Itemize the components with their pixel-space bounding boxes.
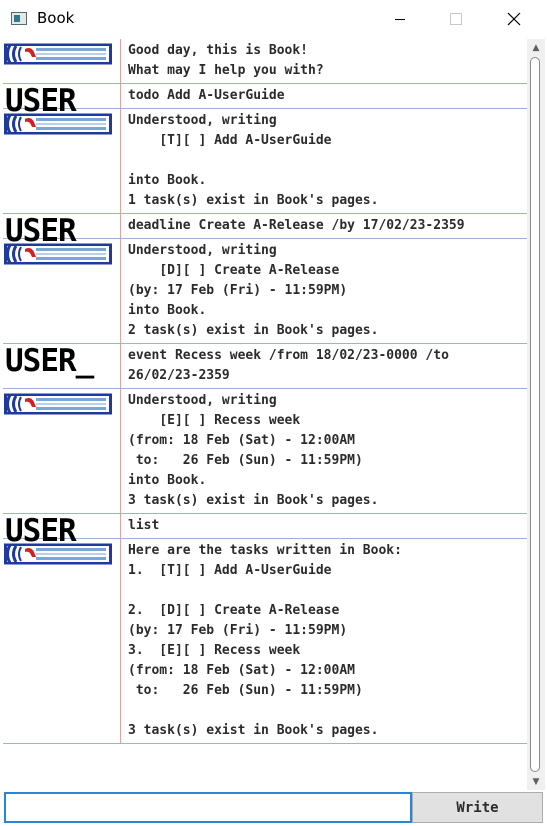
message-text: Good day, this is Book! What may I help … xyxy=(128,43,324,78)
title-bar: Book xyxy=(0,0,547,38)
avatar-cell: USER_ xyxy=(3,344,121,388)
bot-message-row: Here are the tasks written in Book: 1. [… xyxy=(3,539,527,744)
avatar-cell xyxy=(3,539,121,743)
user-avatar-label: USER_ xyxy=(5,343,94,379)
minimize-button[interactable] xyxy=(377,0,423,38)
bot-message-row: Good day, this is Book! What may I help … xyxy=(3,39,527,84)
window-title: Book xyxy=(37,9,75,27)
user-message-row: USER_ list xyxy=(3,514,527,548)
bot-message-row: Understood, writing [T][ ] Add A-UserGui… xyxy=(3,109,527,214)
book-bot-icon xyxy=(4,543,112,569)
close-button[interactable] xyxy=(491,0,537,38)
close-icon xyxy=(507,12,521,26)
message-text: Understood, writing [D][ ] Create A-Rele… xyxy=(128,243,379,338)
user-message-row: USER_ todo Add A-UserGuide xyxy=(3,84,527,118)
message-text: Here are the tasks written in Book: 1. [… xyxy=(128,543,402,738)
app-window-icon xyxy=(11,12,27,25)
avatar-cell xyxy=(3,389,121,513)
message-text: deadline Create A-Release /by 17/02/23-2… xyxy=(128,218,465,233)
message-text: list xyxy=(128,518,160,533)
chat-pane[interactable]: Good day, this is Book! What may I help … xyxy=(3,39,527,790)
bot-message-row: Understood, writing [D][ ] Create A-Rele… xyxy=(3,239,527,344)
avatar-cell: USER_ xyxy=(3,514,121,548)
book-bot-icon xyxy=(4,113,112,139)
write-button[interactable]: Write xyxy=(412,792,543,823)
avatar-cell: USER_ xyxy=(3,84,121,118)
bot-message-row: Understood, writing [E][ ] Recess week (… xyxy=(3,389,527,514)
book-bot-icon xyxy=(4,43,112,69)
book-bot-icon xyxy=(4,243,112,269)
scroll-down-arrow-icon[interactable]: ▼ xyxy=(527,773,545,790)
avatar-cell xyxy=(3,39,121,83)
message-text: Understood, writing [T][ ] Add A-UserGui… xyxy=(128,113,379,208)
minimize-icon xyxy=(395,19,405,20)
book-bot-icon xyxy=(4,393,112,419)
avatar-cell xyxy=(3,239,121,343)
dialog-list: Good day, this is Book! What may I help … xyxy=(3,39,527,744)
maximize-icon xyxy=(450,13,462,25)
avatar-cell xyxy=(3,109,121,213)
maximize-button[interactable] xyxy=(433,0,479,38)
vertical-scrollbar[interactable]: ▲ ▼ xyxy=(527,39,545,790)
avatar-cell: USER_ xyxy=(3,214,121,248)
scroll-up-arrow-icon[interactable]: ▲ xyxy=(527,39,545,56)
message-text: todo Add A-UserGuide xyxy=(128,88,285,103)
command-input[interactable] xyxy=(4,792,412,823)
user-message-row: USER_ event Recess week /from 18/02/23-00… xyxy=(3,344,527,389)
message-text: Understood, writing [E][ ] Recess week (… xyxy=(128,393,379,508)
user-message-row: USER_ deadline Create A-Release /by 17/02… xyxy=(3,214,527,248)
scrollbar-thumb[interactable] xyxy=(530,57,540,772)
message-text: event Recess week /from 18/02/23-0000 /t… xyxy=(128,348,449,383)
